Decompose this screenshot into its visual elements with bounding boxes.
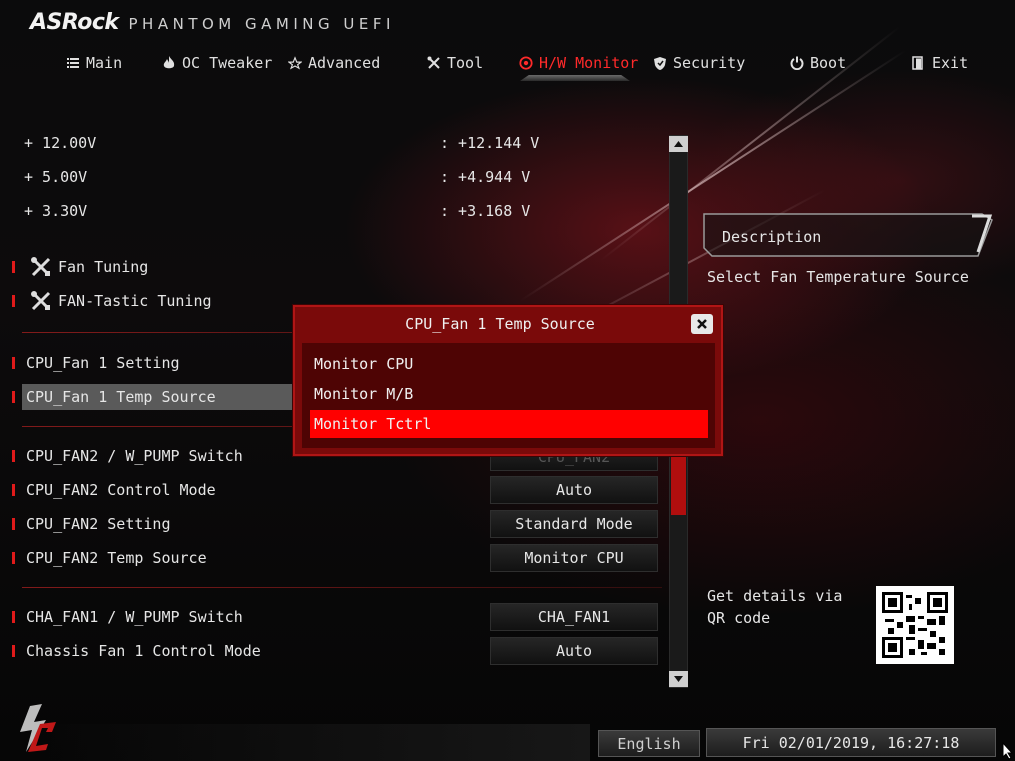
option-monitor-tctrl[interactable]: Monitor Tctrl [310, 410, 708, 438]
cha-fan1-switch-value[interactable]: CHA_FAN1 [490, 603, 658, 631]
exit-icon [912, 56, 926, 70]
tools-icon [427, 56, 441, 70]
description-text: Select Fan Temperature Source [707, 268, 969, 286]
fan-tuning-item[interactable]: Fan Tuning [0, 254, 660, 280]
voltage-value: : +12.144 V [440, 134, 540, 152]
close-button[interactable] [691, 314, 713, 334]
tab-label: Boot [810, 54, 847, 72]
section-divider [22, 587, 662, 588]
phantom-gaming-logo [20, 704, 56, 752]
dialog-option-list: Monitor CPU Monitor M/B Monitor Tctrl [302, 343, 715, 448]
cpu-fan1-setting-label: CPU_Fan 1 Setting [26, 354, 180, 372]
item-marker [12, 391, 15, 403]
language-button[interactable]: English [598, 730, 700, 757]
cpu-fan2-setting-label: CPU_FAN2 Setting [26, 515, 171, 533]
qr-code [876, 586, 954, 664]
voltage-label: + 5.00V [24, 168, 88, 186]
voltage-label: + 12.00V [24, 134, 97, 152]
cpu-fan2-control-label: CPU_FAN2 Control Mode [26, 481, 216, 499]
chassis-fan1-control-label: Chassis Fan 1 Control Mode [26, 642, 261, 660]
item-marker [12, 484, 15, 496]
item-marker [12, 295, 15, 307]
item-marker [12, 552, 15, 564]
tab-security[interactable]: Security [653, 48, 745, 78]
scroll-up-button[interactable] [669, 136, 688, 152]
tab-label: Exit [932, 54, 969, 72]
item-marker [12, 357, 15, 369]
tab-exit[interactable]: Exit [912, 48, 968, 78]
voltage-value: : +4.944 V [440, 168, 531, 186]
brand-logo: ASRock [30, 10, 119, 35]
dialog-title: CPU_Fan 1 Temp Source [405, 315, 595, 333]
flame-icon [162, 56, 176, 70]
temp-source-dialog: CPU_Fan 1 Temp Source Monitor CPU Monito… [293, 305, 723, 456]
active-tab-indicator [520, 75, 630, 81]
cpu-fan2-switch-label: CPU_FAN2 / W_PUMP Switch [26, 447, 243, 465]
tab-oc-tweaker[interactable]: OC Tweaker [162, 48, 272, 78]
fan-tastic-tuning-label: FAN-Tastic Tuning [58, 292, 212, 310]
item-marker [12, 450, 15, 462]
list-icon [66, 56, 80, 70]
tab-label: Advanced [308, 54, 381, 72]
tab-label: H/W Monitor [539, 54, 639, 72]
datetime-display: Fri 02/01/2019, 16:27:18 [706, 728, 996, 757]
cpu-fan1-temp-source-label: CPU_Fan 1 Temp Source [26, 388, 216, 406]
description-title: Description [722, 228, 822, 246]
item-marker [12, 518, 15, 530]
cpu-fan2-temp-label: CPU_FAN2 Temp Source [26, 549, 207, 567]
cpu-fan2-setting-value[interactable]: Standard Mode [490, 510, 658, 538]
triangle-down-icon [674, 676, 683, 682]
brand-subtitle: PHANTOM GAMING UEFI [128, 15, 395, 33]
power-icon [790, 56, 804, 70]
voltage-row: + 12.00V : +12.144 V [0, 130, 660, 156]
triangle-up-icon [674, 141, 683, 147]
fan-tuning-label: Fan Tuning [58, 258, 149, 276]
chassis-fan1-control-value[interactable]: Auto [490, 637, 658, 665]
tab-advanced[interactable]: Advanced [288, 48, 380, 78]
voltage-row: + 5.00V : +4.944 V [0, 164, 660, 190]
tab-label: Security [673, 54, 746, 72]
cha-fan1-switch-label: CHA_FAN1 / W_PUMP Switch [26, 608, 243, 626]
star-icon [288, 56, 302, 70]
footer-bar [40, 724, 590, 761]
cpu-fan2-control-value[interactable]: Auto [490, 476, 658, 504]
shield-icon [653, 56, 667, 70]
voltage-value: : +3.168 V [440, 202, 531, 220]
tab-label: Main [86, 54, 123, 72]
tab-label: OC Tweaker [182, 54, 273, 72]
tab-hw-monitor[interactable]: H/W Monitor [519, 48, 638, 78]
tab-boot[interactable]: Boot [790, 48, 846, 78]
mouse-cursor-icon [1002, 742, 1014, 760]
cpu-fan2-temp-value[interactable]: Monitor CPU [490, 544, 658, 572]
brand: ASRock PHANTOM GAMING UEFI [30, 10, 395, 35]
wrench-screwdriver-icon [30, 256, 52, 278]
item-marker [12, 261, 15, 273]
option-monitor-mb[interactable]: Monitor M/B [310, 380, 708, 408]
scroll-down-button[interactable] [669, 671, 688, 687]
item-marker [12, 645, 15, 657]
voltage-row: + 3.30V : +3.168 V [0, 198, 660, 224]
item-marker [12, 611, 15, 623]
tab-label: Tool [447, 54, 484, 72]
monitor-icon [519, 56, 533, 70]
close-icon [697, 319, 707, 329]
option-monitor-cpu[interactable]: Monitor CPU [310, 350, 708, 378]
wrench-screwdriver-icon [30, 290, 52, 312]
qr-caption: Get details via QR code [707, 587, 843, 627]
main-nav: Main OC Tweaker Advanced Tool H/W Monito… [0, 48, 1015, 82]
tab-main[interactable]: Main [66, 48, 122, 78]
tab-tool[interactable]: Tool [427, 48, 483, 78]
voltage-label: + 3.30V [24, 202, 88, 220]
